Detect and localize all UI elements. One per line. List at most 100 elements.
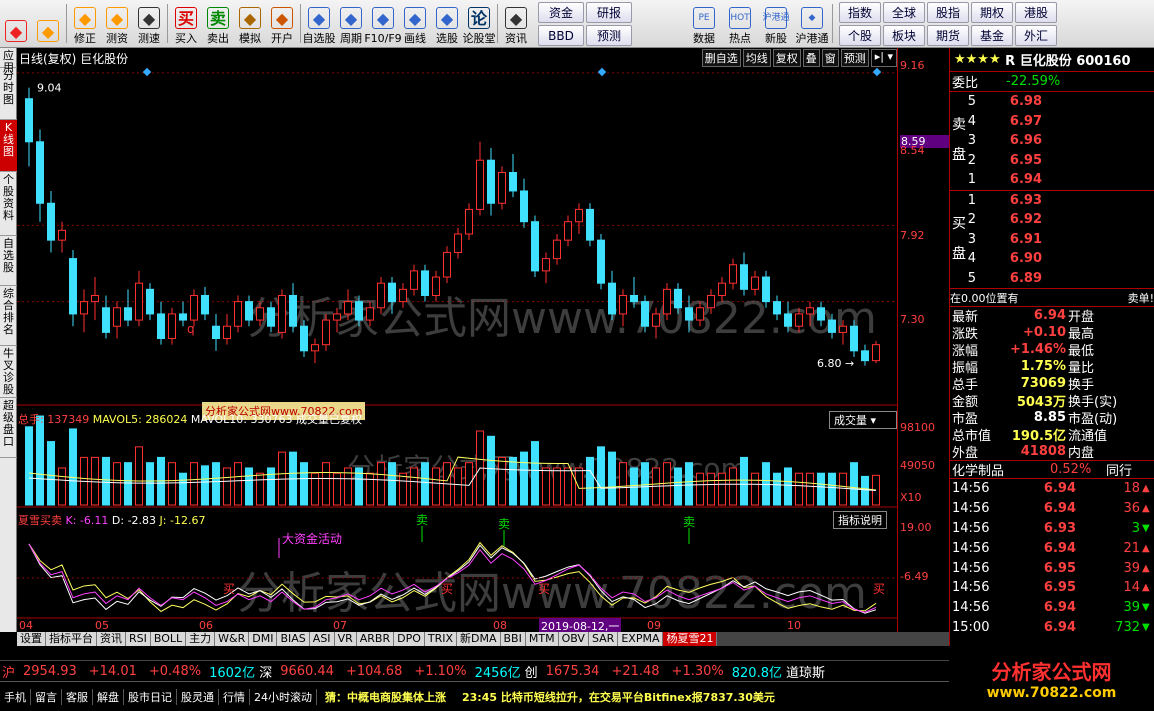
- toolbar-button-10[interactable]: ◆ 周期: [335, 0, 367, 47]
- indicator-tab-12[interactable]: DPO: [394, 632, 425, 646]
- chart-control-3[interactable]: 叠: [802, 49, 820, 67]
- indicator-tab-14[interactable]: 新DMA: [457, 632, 501, 646]
- market-button-3[interactable]: 期权: [971, 2, 1013, 23]
- market-button-6[interactable]: 板块: [883, 25, 925, 46]
- event-marker-icon[interactable]: [142, 67, 152, 77]
- toolbar-button-0[interactable]: ◆: [0, 0, 32, 47]
- market-button-4[interactable]: 港股: [1015, 2, 1057, 23]
- grid1-button-4[interactable]: 预测: [586, 25, 632, 46]
- bids-row-2[interactable]: 3 6.91: [950, 230, 1154, 250]
- toolbar-button-7[interactable]: ◆ 模拟: [234, 0, 266, 47]
- leftnav-item-1[interactable]: 分时图: [0, 68, 17, 120]
- toolbar-button-9[interactable]: ◆ 自选股: [303, 0, 336, 47]
- market-button-9[interactable]: 外汇: [1015, 25, 1057, 46]
- asks-row-0[interactable]: 5 6.98: [950, 92, 1154, 112]
- leftnav-item-0[interactable]: 应用: [0, 48, 17, 74]
- bids-row-1[interactable]: 2 6.92: [950, 210, 1154, 230]
- chart-control-5[interactable]: 预测: [840, 49, 869, 67]
- chart-control-1[interactable]: 均线: [742, 49, 771, 67]
- chart-control-4[interactable]: 窗: [821, 49, 839, 67]
- asks-row-3[interactable]: 2 6.95: [950, 151, 1154, 171]
- leftnav-item-5[interactable]: 综合排名: [0, 286, 17, 346]
- indicator-tab-2[interactable]: 资讯: [97, 632, 126, 646]
- news-headline-2[interactable]: 23:45 比特币短线拉升，在交易平台Bitfinex报7837.30美元: [454, 689, 783, 705]
- indicator-tab-16[interactable]: MTM: [525, 632, 559, 646]
- indicator-tab-17[interactable]: OBV: [558, 632, 589, 646]
- toolbar-button-14[interactable]: 论论股堂: [463, 0, 496, 47]
- market-button-2[interactable]: 股指: [927, 2, 969, 23]
- event-marker-icon[interactable]: [872, 67, 882, 77]
- kline-chart[interactable]: 分析家公式网www.70822.com分析家公式网www.70822.com分析…: [17, 48, 897, 634]
- status-item-4[interactable]: 股市日记: [124, 688, 177, 705]
- indicator-tab-10[interactable]: VR: [334, 632, 357, 646]
- toolbar-button-1[interactable]: ◆: [32, 0, 64, 47]
- bids-row-4[interactable]: 5 6.89: [950, 269, 1154, 289]
- toolbar-button-3[interactable]: ◆ 测资: [101, 0, 133, 47]
- market-button-8[interactable]: 基金: [971, 25, 1013, 46]
- indicator-tab-4[interactable]: BOLL: [150, 632, 187, 646]
- news-headline-1[interactable]: 猜：中概电商股集体上涨: [317, 689, 454, 705]
- toolbar-data-button-2[interactable]: 沪港通 新股: [758, 0, 794, 47]
- volume-bar: [487, 435, 495, 506]
- event-marker-icon[interactable]: [597, 67, 607, 77]
- market-button-0[interactable]: 指数: [839, 2, 881, 23]
- grid1-button-3[interactable]: BBD: [538, 25, 584, 46]
- grid1-button-0[interactable]: 资金: [538, 2, 584, 23]
- indicator-tab-18[interactable]: SAR: [588, 632, 619, 646]
- toolbar-button-5[interactable]: 买买入: [170, 0, 202, 47]
- status-item-5[interactable]: 股灵通: [177, 688, 219, 705]
- leftnav-item-7[interactable]: 超级盘口: [0, 398, 17, 458]
- status-item-2[interactable]: 客服: [62, 688, 93, 705]
- indicator-tab-15[interactable]: BBI: [500, 632, 526, 646]
- toolbar-button-6[interactable]: 卖卖出: [202, 0, 234, 47]
- leftnav-item-6[interactable]: 牛叉诊股: [0, 346, 17, 398]
- market-button-1[interactable]: 全球: [883, 2, 925, 23]
- indicator-tab-7[interactable]: DMI: [249, 632, 278, 646]
- toolbar-button-11[interactable]: ◆ F10/F9: [364, 0, 402, 47]
- tick-volume: 39: [1123, 600, 1140, 616]
- market-button-7[interactable]: 期货: [927, 25, 969, 46]
- chart-svg[interactable]: 分析家公式网www.70822.com分析家公式网www.70822.com分析…: [17, 48, 897, 632]
- toolbar-data-button-3[interactable]: ◆ 沪港通: [794, 0, 830, 47]
- status-item-7[interactable]: 24小时滚动: [250, 688, 317, 705]
- indicator-tab-3[interactable]: RSI: [126, 632, 151, 646]
- status-item-1[interactable]: 留言: [31, 688, 62, 705]
- indicator-tab-13[interactable]: TRIX: [424, 632, 458, 646]
- asks-row-4[interactable]: 1 6.94: [950, 170, 1154, 190]
- toolbar-button-2[interactable]: ◆ 修正: [69, 0, 101, 47]
- bids-row-3[interactable]: 4 6.90: [950, 249, 1154, 269]
- indicator-tab-8[interactable]: BIAS: [277, 632, 310, 646]
- grid1-button-1[interactable]: 研报: [586, 2, 632, 23]
- toolbar-button-12[interactable]: ◆ 画线: [399, 0, 431, 47]
- chart-control-2[interactable]: 复权: [772, 49, 801, 67]
- indicator-help-tab[interactable]: 指标说明: [833, 511, 887, 529]
- indicator-tab-6[interactable]: W&R: [215, 632, 250, 646]
- asks-row-2[interactable]: 3 6.96: [950, 131, 1154, 151]
- indicator-tab-1[interactable]: 指标平台: [46, 632, 97, 646]
- status-item-6[interactable]: 行情: [219, 688, 250, 705]
- market-button-5[interactable]: 个股: [839, 25, 881, 46]
- candle-body: [69, 258, 77, 315]
- volume-tab[interactable]: 成交量 ▾: [829, 411, 897, 429]
- chart-control-0[interactable]: 删自选: [701, 49, 741, 67]
- indicator-tab-0[interactable]: 设置: [17, 632, 46, 646]
- status-item-0[interactable]: 手机: [0, 688, 31, 705]
- toolbar-button-4[interactable]: ◆ 测速: [133, 0, 165, 47]
- chart-menu-arrow-icon[interactable]: ▸| ▾: [870, 49, 897, 67]
- indicator-tab-11[interactable]: ARBR: [356, 632, 395, 646]
- toolbar-button-15[interactable]: ◆ 资讯: [500, 0, 532, 47]
- toolbar-button-8[interactable]: ◆ 开户: [266, 0, 298, 47]
- toolbar-button-13[interactable]: ◆ 选股: [431, 0, 463, 47]
- indicator-tab-19[interactable]: EXPMA: [618, 632, 664, 646]
- indicator-tab-9[interactable]: ASI: [309, 632, 335, 646]
- toolbar-data-button-1[interactable]: HOT 热点: [722, 0, 758, 47]
- status-item-3[interactable]: 解盘: [93, 688, 124, 705]
- indicator-tab-5[interactable]: 主力: [186, 632, 216, 646]
- leftnav-item-4[interactable]: 自选股: [0, 236, 17, 286]
- toolbar-data-button-0[interactable]: PE 数据: [686, 0, 722, 47]
- bids-row-0[interactable]: 1 6.93: [950, 191, 1154, 211]
- asks-row-1[interactable]: 4 6.97: [950, 112, 1154, 132]
- indicator-tab-20[interactable]: 杨夏雪21: [663, 632, 718, 646]
- leftnav-item-2[interactable]: K线图: [0, 120, 17, 172]
- leftnav-item-3[interactable]: 个股资料: [0, 172, 17, 236]
